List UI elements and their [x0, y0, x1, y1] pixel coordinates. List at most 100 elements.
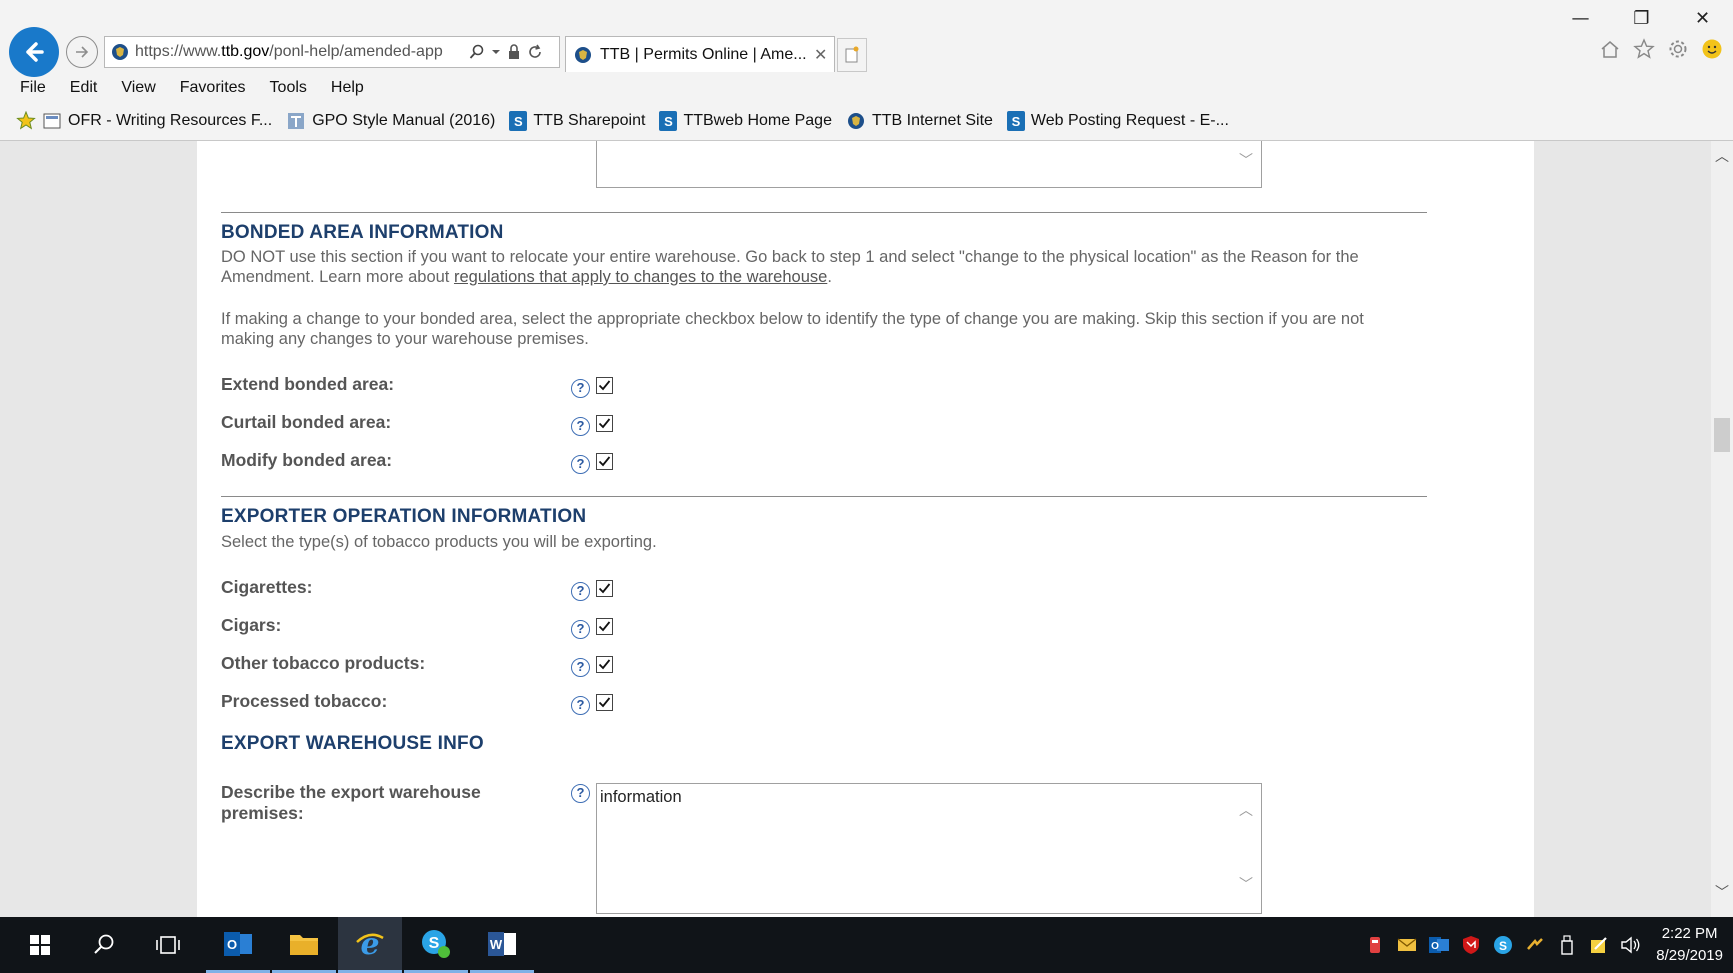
scroll-down-icon[interactable]: ﹀: [1714, 885, 1730, 901]
settings-gear-icon[interactable]: [1667, 38, 1689, 60]
help-icon[interactable]: ?: [571, 658, 590, 677]
warehouse-premises-textarea[interactable]: information ︿ ﹀: [596, 783, 1262, 914]
page-body: ﹀ BONDED AREA INFORMATION DO NOT use thi…: [197, 141, 1534, 917]
extend-bonded-area-label: Extend bonded area:: [221, 374, 395, 394]
menu-edit[interactable]: Edit: [70, 76, 98, 100]
search-icon[interactable]: [469, 44, 485, 60]
scroll-up-icon[interactable]: ︿: [1714, 149, 1730, 165]
textarea-scroll-down-icon[interactable]: ﹀: [1237, 150, 1255, 170]
favorite-ttbweb-home[interactable]: S TTBweb Home Page: [659, 111, 832, 131]
sharepoint-icon: S: [659, 111, 678, 131]
favorite-gpo[interactable]: GPO Style Manual (2016): [286, 111, 495, 131]
export-warehouse-title: EXPORT WAREHOUSE INFO: [221, 733, 484, 754]
outlook-icon: O: [224, 931, 252, 956]
page-scrollbar[interactable]: ︿ ﹀: [1711, 141, 1733, 917]
back-arrow-icon: [26, 42, 44, 62]
curtail-bonded-area-checkbox[interactable]: [596, 415, 613, 432]
forward-button[interactable]: [66, 36, 98, 68]
clock-date: 8/29/2019: [1656, 947, 1723, 964]
close-window-button[interactable]: ✕: [1672, 0, 1733, 36]
processed-tobacco-checkbox[interactable]: [596, 694, 613, 711]
favorite-ttb-sharepoint[interactable]: S TTB Sharepoint: [509, 111, 645, 131]
mail-icon[interactable]: [1396, 934, 1418, 956]
exporter-operation-title: EXPORTER OPERATION INFORMATION: [221, 506, 587, 527]
cigarettes-checkbox[interactable]: [596, 580, 613, 597]
notes-icon[interactable]: [1588, 934, 1610, 956]
gpo-icon: [286, 111, 306, 131]
volume-icon[interactable]: [1620, 934, 1642, 956]
svg-text:S: S: [429, 935, 440, 952]
taskbar-internet-explorer[interactable]: e: [338, 917, 402, 973]
favorite-web-posting-request[interactable]: S Web Posting Request - E-...: [1006, 111, 1229, 131]
exporter-operation-intro: Select the type(s) of tobacco products y…: [221, 533, 657, 551]
other-tobacco-checkbox[interactable]: [596, 656, 613, 673]
skype-tray-icon[interactable]: S: [1492, 934, 1514, 956]
help-icon[interactable]: ?: [571, 417, 590, 436]
other-tobacco-label: Other tobacco products:: [221, 653, 426, 673]
modify-bonded-area-label: Modify bonded area:: [221, 450, 393, 470]
section-divider: [221, 496, 1427, 497]
home-icon[interactable]: [1599, 38, 1621, 60]
active-tab[interactable]: TTB | Permits Online | Ame... ✕: [565, 36, 835, 72]
taskbar-skype[interactable]: S: [404, 917, 468, 973]
minimize-button[interactable]: —: [1550, 0, 1611, 36]
device-icon[interactable]: [1556, 934, 1578, 956]
checkmark-icon: [598, 456, 611, 467]
back-button[interactable]: [9, 27, 59, 77]
cigars-checkbox[interactable]: [596, 618, 613, 635]
start-button[interactable]: [8, 917, 72, 973]
menu-file[interactable]: File: [20, 76, 46, 100]
checkmark-icon: [598, 621, 611, 632]
new-tab-button[interactable]: [837, 38, 867, 72]
help-icon[interactable]: ?: [571, 620, 590, 639]
help-icon[interactable]: ?: [571, 379, 590, 398]
textarea-scroll-up-icon[interactable]: ︿: [1237, 800, 1255, 820]
svg-text:e: e: [360, 928, 379, 960]
favorite-ofr[interactable]: OFR - Writing Resources F...: [42, 111, 272, 131]
scroll-thumb[interactable]: [1714, 418, 1730, 452]
help-icon[interactable]: ?: [571, 784, 590, 803]
restore-button[interactable]: ❐: [1611, 0, 1672, 36]
menu-view[interactable]: View: [121, 76, 155, 100]
taskbar-clock[interactable]: 2:22 PM 8/29/2019: [1656, 923, 1723, 967]
task-view-button[interactable]: [136, 917, 200, 973]
usb-drive-icon[interactable]: [1364, 934, 1386, 956]
modify-bonded-area-checkbox[interactable]: [596, 453, 613, 470]
favorites-star-icon[interactable]: [1633, 38, 1655, 60]
help-icon[interactable]: ?: [571, 582, 590, 601]
bonded-area-intro: DO NOT use this section if you want to r…: [221, 248, 1359, 286]
lock-icon[interactable]: [507, 44, 521, 60]
close-tab-icon[interactable]: ✕: [814, 45, 827, 64]
dropdown-arrow-icon[interactable]: [491, 47, 501, 57]
taskbar-search-button[interactable]: [72, 917, 136, 973]
svg-text:W: W: [490, 937, 503, 952]
cigarettes-label: Cigarettes:: [221, 577, 313, 597]
help-icon[interactable]: ?: [571, 696, 590, 715]
ttb-shield-icon: [575, 46, 591, 63]
menu-favorites[interactable]: Favorites: [180, 76, 246, 100]
sync-icon[interactable]: [1524, 934, 1546, 956]
previous-textarea[interactable]: ﹀: [596, 141, 1262, 188]
menu-help[interactable]: Help: [331, 76, 364, 100]
help-icon[interactable]: ?: [571, 455, 590, 474]
textarea-scroll-down-icon[interactable]: ﹀: [1237, 874, 1255, 894]
extend-bonded-area-checkbox[interactable]: [596, 377, 613, 394]
address-bar[interactable]: https://www.ttb.gov/ponl-help/amended-ap…: [104, 36, 560, 68]
feedback-smiley-icon[interactable]: [1701, 38, 1723, 60]
outlook-tray-icon[interactable]: O: [1428, 934, 1450, 956]
checkmark-icon: [598, 697, 611, 708]
taskbar-file-explorer[interactable]: [272, 917, 336, 973]
favorite-ttb-internet-site[interactable]: TTB Internet Site: [846, 111, 993, 131]
page-viewport: ﹀ BONDED AREA INFORMATION DO NOT use thi…: [0, 141, 1733, 917]
svg-text:S: S: [1499, 939, 1507, 953]
refresh-icon[interactable]: [527, 44, 543, 60]
svg-text:O: O: [227, 937, 237, 952]
url-text[interactable]: https://www.ttb.gov/ponl-help/amended-ap…: [135, 43, 465, 61]
taskbar-word[interactable]: W: [470, 917, 534, 973]
add-favorite-star-icon[interactable]: [16, 111, 36, 131]
regulations-link[interactable]: regulations that apply to changes to the…: [454, 268, 827, 286]
sharepoint-icon: S: [509, 111, 528, 131]
mcafee-shield-icon[interactable]: [1460, 934, 1482, 956]
taskbar-outlook[interactable]: O: [206, 917, 270, 973]
menu-tools[interactable]: Tools: [270, 76, 307, 100]
